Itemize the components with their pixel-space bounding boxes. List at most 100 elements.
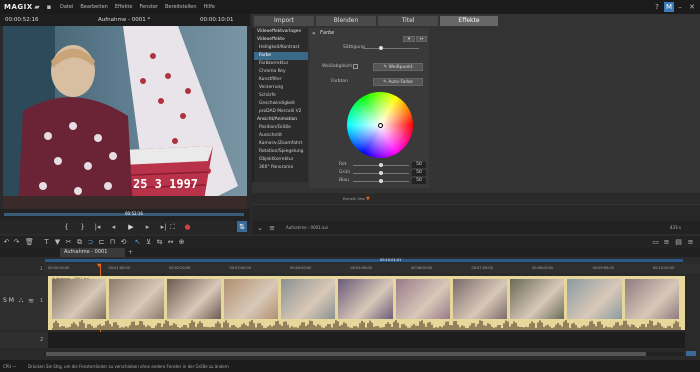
menu-item[interactable]: Datei [60,0,73,14]
effect-item[interactable]: Ausschnitt [254,132,308,140]
mouse-mode-icon[interactable]: ⇆ [155,237,164,247]
timeline-scroll-thumb-r[interactable] [686,351,696,356]
tab-effekte[interactable]: Effekte [440,16,498,26]
minimize-icon[interactable]: – [676,2,684,12]
menu-item[interactable]: Bereitstellen [165,0,197,14]
delete-icon[interactable]: 🗑 [25,237,34,247]
tab-titel[interactable]: Titel [378,16,438,26]
record-icon[interactable]: ● [183,222,192,232]
timeline-tab[interactable]: Aufnahme - 0001 [60,248,125,257]
effect-item[interactable]: Schärfe [254,92,308,100]
tab-import[interactable]: Import [254,16,314,26]
pointer-icon[interactable]: ↖ [133,237,142,247]
storyboard-icon[interactable]: ▭ [651,237,660,247]
clip-thumbnail[interactable] [223,279,279,319]
saturation-knob[interactable] [379,46,383,50]
undo-icon[interactable]: ↶ [2,237,11,247]
split-icon[interactable]: ⧉ [75,237,84,247]
preset-dropdown[interactable]: ▾ [403,36,415,42]
redo-icon[interactable]: ↷ [12,237,21,247]
reset-button[interactable]: ↔ [416,36,427,42]
effect-item[interactable]: Helligkeit/Kontrast [254,44,308,52]
step-forward-icon[interactable]: ▸ [143,222,152,232]
menu-item[interactable]: Effekte [115,0,133,14]
clip-thumbnail[interactable] [109,279,164,319]
add-tab-button[interactable]: + [128,249,133,256]
close-icon[interactable]: ✕ [688,2,696,12]
menu-item[interactable]: Hilfe [204,0,215,14]
color-slider-knob[interactable] [379,179,383,183]
group-icon[interactable]: ⊏ [97,237,106,247]
effect-item[interactable]: Rotation/Spiegelung [254,148,308,156]
track-lock-icon[interactable]: ⛬ [17,296,25,305]
list-icon[interactable]: ≡ [268,223,276,232]
clip-thumbnail[interactable] [452,279,508,319]
help-icon[interactable]: ? [652,2,662,12]
prev-marker-icon[interactable]: |◂ [93,222,102,232]
next-marker-icon[interactable]: ▸| [159,222,168,232]
track-sm[interactable]: S M [3,297,14,304]
clip-thumbnail[interactable] [510,279,565,319]
saturation-slider[interactable] [364,48,419,49]
track-fx-icon[interactable]: ≋ [27,296,35,305]
timeline-scrollbar[interactable] [44,352,684,356]
effect-item[interactable]: Chroma Key [254,68,308,76]
effect-item[interactable]: Farbe [254,52,308,60]
mark-out-icon[interactable]: } [78,222,87,232]
effect-item[interactable]: proDAD Mercalli V2 [254,108,308,116]
effect-item[interactable]: Ansicht/Animation [254,116,308,124]
effect-item[interactable]: Videoeffektvorlagen [254,28,308,36]
effect-item[interactable]: Kamera-/Zoomfahrt [254,140,308,148]
zoom-icon[interactable]: ⊕ [177,237,186,247]
slider-value[interactable]: 50 [412,178,426,184]
clip-thumbnail[interactable] [624,279,679,319]
color-slider-knob[interactable] [379,171,383,175]
effect-item[interactable]: Kunstfilter [254,76,308,84]
fullscreen-icon[interactable]: ⛶ [168,222,177,232]
clip-thumbnail[interactable] [395,279,450,319]
clip-thumbnail[interactable] [567,279,622,319]
video-track-2[interactable] [48,332,685,348]
range-icon[interactable]: ↔ [166,237,175,247]
effect-item[interactable]: Videoeffekte [254,36,308,44]
mark-in-icon[interactable]: { [62,222,71,232]
slider-value[interactable]: 50 [412,162,426,168]
color-wheel-handle[interactable] [378,123,383,128]
title-icon[interactable]: T [42,237,51,247]
cut-icon[interactable]: ✂ [64,237,73,247]
effect-item[interactable]: Objektkorrektur [254,156,308,164]
marker-icon[interactable]: ▼ [53,237,62,247]
playhead-head[interactable]: ▼ [97,263,101,269]
clip-thumbnail[interactable] [52,279,107,319]
auto-color-button[interactable]: ✎ Auto-Farbe [373,78,423,86]
play-icon[interactable]: ▶ [126,222,136,232]
timeline-view-icon[interactable]: ≡ [662,237,671,247]
rotate-icon[interactable]: ⟲ [119,237,128,247]
effect-item[interactable]: Geschwindigkeit [254,100,308,108]
clip-thumbnail[interactable] [338,279,393,319]
step-back-icon[interactable]: ◂ [109,222,118,232]
wb-checkbox[interactable] [353,64,358,69]
video-preview[interactable]: 25 3 1997 [3,26,247,209]
whitepoint-button[interactable]: ✎ Weißpunkt [373,63,423,71]
save-icon[interactable]: ▪ [44,2,54,12]
effect-item[interactable]: Farbkorrektur [254,60,308,68]
slider-value[interactable]: 50 [412,170,426,176]
effect-item[interactable]: Position/Größe [254,124,308,132]
clip-thumbnail[interactable] [281,279,336,319]
split-mode-icon[interactable]: ⊻ [144,237,153,247]
collapse-icon[interactable]: ⌄ [256,223,264,232]
effect-item[interactable]: Verzerrung [254,84,308,92]
preview-scrubber[interactable]: 00:52:16 [0,209,250,220]
menu-item[interactable]: Bearbeiten [80,0,107,14]
effect-item[interactable]: 360° Panorama [254,164,308,172]
menu-item[interactable]: Fenster [139,0,158,14]
pin-icon[interactable]: ⇅ [237,221,247,232]
layers-icon[interactable]: ▤ [674,237,683,247]
settings-icon[interactable]: ≡ [686,237,695,247]
panel-back-icon[interactable]: « [312,30,316,37]
folder-icon[interactable]: ▰ [32,2,42,12]
tab-blenden[interactable]: Blenden [316,16,376,26]
color-slider-knob[interactable] [379,163,383,167]
link-icon[interactable]: ⊃ [86,237,95,247]
